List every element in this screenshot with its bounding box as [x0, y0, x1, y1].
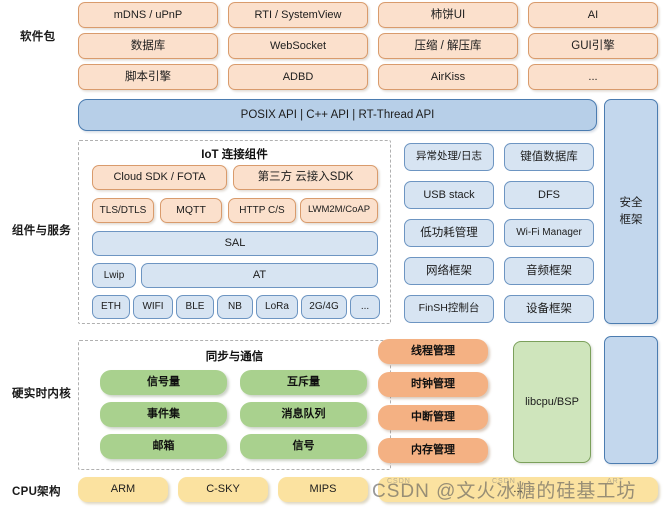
kernel-manager-box[interactable]: 时钟管理 [378, 372, 488, 397]
service-box[interactable]: 低功耗管理 [404, 219, 494, 247]
row-label-kernel: 硬实时内核 [12, 388, 71, 400]
iot-group-title: IoT 连接组件 [201, 149, 268, 161]
package-box[interactable]: ... [528, 64, 658, 90]
package-box[interactable]: ADBD [228, 64, 368, 90]
package-box[interactable]: 数据库 [78, 33, 218, 59]
package-box[interactable]: 脚本引擎 [78, 64, 218, 90]
kernel-manager-box[interactable]: 线程管理 [378, 339, 488, 364]
service-box[interactable]: 音频框架 [504, 257, 594, 285]
iot-phy-box[interactable]: ... [350, 295, 380, 319]
service-box[interactable]: 设备框架 [504, 295, 594, 323]
service-box[interactable]: Wi-Fi Manager [504, 219, 594, 247]
kernel-sync-box[interactable]: 互斥量 [240, 370, 367, 395]
kernel-sync-box[interactable]: 事件集 [100, 402, 227, 427]
service-box[interactable]: 网络框架 [404, 257, 494, 285]
service-box[interactable]: 键值数据库 [504, 143, 594, 171]
iot-sdk-box[interactable]: 第三方 云接入SDK [233, 165, 378, 190]
service-box[interactable]: DFS [504, 181, 594, 209]
kernel-sync-box[interactable]: 信号量 [100, 370, 227, 395]
kernel-manager-box[interactable]: 内存管理 [378, 438, 488, 463]
api-layer-bar[interactable]: POSIX API | C++ API | RT-Thread API [78, 99, 597, 131]
iot-at-box[interactable]: AT [141, 263, 378, 288]
kernel-manager-box[interactable]: 中断管理 [378, 405, 488, 430]
package-box[interactable]: 压缩 / 解压库 [378, 33, 518, 59]
iot-phy-box[interactable]: NB [217, 295, 253, 319]
row-label-cpu: CPU架构 [12, 486, 61, 498]
iot-protocol-box[interactable]: TLS/DTLS [92, 198, 154, 223]
security-framework-box[interactable]: 安全 框架 [604, 99, 658, 324]
cpu-arch-box[interactable]: ... [378, 477, 658, 502]
iot-phy-box[interactable]: LoRa [256, 295, 298, 319]
iot-phy-box[interactable]: BLE [176, 295, 214, 319]
row-label-components: 组件与服务 [12, 225, 71, 237]
security-framework-line2: 框架 [619, 213, 643, 226]
package-box[interactable]: mDNS / uPnP [78, 2, 218, 28]
libcpu-bsp-box[interactable]: libcpu/BSP [513, 341, 591, 463]
iot-phy-box[interactable]: 2G/4G [301, 295, 347, 319]
iot-protocol-box[interactable]: LWM2M/CoAP [300, 198, 378, 223]
cpu-arch-box[interactable]: C-SKY [178, 477, 268, 502]
package-box[interactable]: AI [528, 2, 658, 28]
architecture-diagram: 软件包 组件与服务 硬实时内核 CPU架构 mDNS / uPnP RTI / … [0, 0, 665, 512]
package-box[interactable]: WebSocket [228, 33, 368, 59]
iot-protocol-box[interactable]: MQTT [160, 198, 222, 223]
package-box[interactable]: RTI / SystemView [228, 2, 368, 28]
service-box[interactable]: FinSH控制台 [404, 295, 494, 323]
package-box[interactable]: 柿饼UI [378, 2, 518, 28]
kernel-sync-box[interactable]: 邮箱 [100, 434, 227, 459]
iot-sal-box[interactable]: SAL [92, 231, 378, 256]
iot-lwip-box[interactable]: Lwip [92, 263, 136, 288]
iot-protocol-box[interactable]: HTTP C/S [228, 198, 296, 223]
package-box[interactable]: GUI引擎 [528, 33, 658, 59]
cpu-arch-box[interactable]: ARM [78, 477, 168, 502]
service-box[interactable]: USB stack [404, 181, 494, 209]
cpu-arch-box[interactable]: MIPS [278, 477, 368, 502]
kernel-sync-box[interactable]: 信号 [240, 434, 367, 459]
row-label-packages: 软件包 [20, 31, 56, 43]
kernel-sync-box[interactable]: 消息队列 [240, 402, 367, 427]
security-framework-line1: 安全 [619, 196, 643, 209]
security-framework-lower-box[interactable] [604, 336, 658, 464]
sync-comm-title: 同步与通信 [205, 351, 264, 363]
iot-sdk-box[interactable]: Cloud SDK / FOTA [92, 165, 227, 190]
iot-phy-box[interactable]: WIFI [133, 295, 173, 319]
package-box[interactable]: AirKiss [378, 64, 518, 90]
iot-phy-box[interactable]: ETH [92, 295, 130, 319]
service-box[interactable]: 异常处理/日志 [404, 143, 494, 171]
